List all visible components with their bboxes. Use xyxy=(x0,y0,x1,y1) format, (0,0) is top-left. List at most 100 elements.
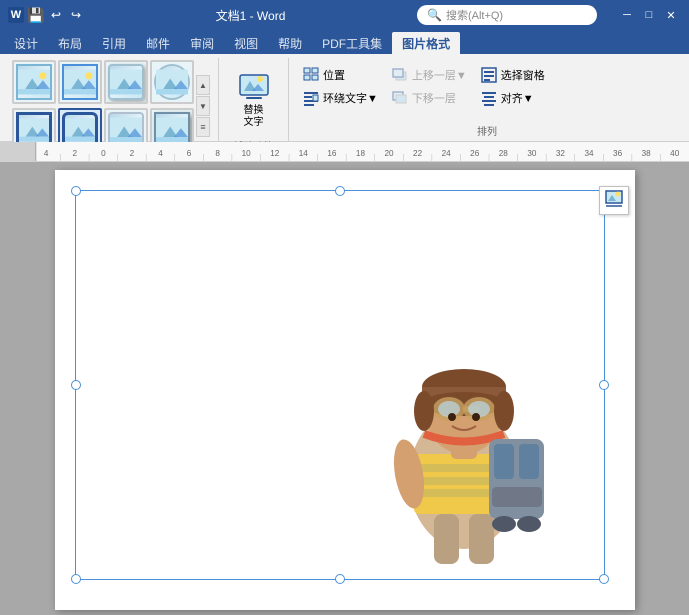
handle-top-center[interactable] xyxy=(335,186,345,196)
maximize-button[interactable]: □ xyxy=(639,5,659,25)
arrange-content: 位置 环绕文字▼ xyxy=(297,60,677,121)
title-text: 文档1 - Word xyxy=(84,7,417,24)
tab-pictureformat[interactable]: 图片格式 xyxy=(392,32,460,54)
send-back-icon xyxy=(392,90,408,106)
tab-layout[interactable]: 设计 xyxy=(4,32,48,54)
document-area xyxy=(0,162,689,615)
svg-text:10: 10 xyxy=(242,149,252,158)
svg-text:32: 32 xyxy=(556,149,566,158)
svg-text:40: 40 xyxy=(670,149,680,158)
bring-forward-icon xyxy=(392,67,408,83)
svg-text:4: 4 xyxy=(44,149,49,158)
quick-access-undo[interactable]: ↩ xyxy=(48,7,64,23)
svg-text:2: 2 xyxy=(130,149,135,158)
svg-text:0: 0 xyxy=(101,149,106,158)
svg-text:16: 16 xyxy=(327,149,337,158)
arrange-col-3: 选择窗格 对齐▼ xyxy=(475,60,551,109)
pic-style-scroll: ▲ ▼ ≡ xyxy=(196,75,210,137)
svg-text:36: 36 xyxy=(613,149,623,158)
pic-scroll-down[interactable]: ▼ xyxy=(196,96,210,116)
wrap-text-label: 环绕文字▼ xyxy=(323,90,378,106)
align-label: 对齐▼ xyxy=(501,90,534,106)
pic-style-4[interactable] xyxy=(150,60,194,104)
search-icon: 🔍 xyxy=(427,8,442,22)
select-pane-label: 选择窗格 xyxy=(501,67,545,83)
arrange-label: 排列 xyxy=(297,121,677,141)
pic-scroll-up[interactable]: ▲ xyxy=(196,75,210,95)
wrap-text-button[interactable]: 环绕文字▼ xyxy=(297,87,384,109)
handle-top-left[interactable] xyxy=(71,186,81,196)
svg-text:14: 14 xyxy=(299,149,309,158)
alt-text-button[interactable]: 替换文字 xyxy=(229,64,279,136)
svg-text:26: 26 xyxy=(470,149,480,158)
tab-layout2[interactable]: 布局 xyxy=(48,32,92,54)
window-controls: ─ □ ✕ xyxy=(617,5,681,25)
tab-help[interactable]: 帮助 xyxy=(268,32,312,54)
svg-text:28: 28 xyxy=(499,149,509,158)
select-pane-icon xyxy=(481,67,497,83)
svg-text:34: 34 xyxy=(584,149,594,158)
close-button[interactable]: ✕ xyxy=(661,5,681,25)
pic-style-1[interactable] xyxy=(12,60,56,104)
svg-text:8: 8 xyxy=(215,149,220,158)
ribbon-tabs: 设计 布局 引用 邮件 审阅 视图 帮助 PDF工具集 图片格式 xyxy=(0,30,689,54)
align-icon xyxy=(481,90,497,106)
floating-toolbar[interactable] xyxy=(599,186,629,215)
search-bar[interactable]: 🔍 搜索(Alt+Q) xyxy=(417,5,597,25)
quick-access-save[interactable]: 💾 xyxy=(28,7,44,23)
quick-access-redo[interactable]: ↪ xyxy=(68,7,84,23)
handle-middle-left[interactable] xyxy=(71,380,81,390)
ribbon: ▲ ▼ ≡ 图片边框▼ xyxy=(0,54,689,142)
handle-bottom-center[interactable] xyxy=(335,574,345,584)
search-placeholder: 搜索(Alt+Q) xyxy=(446,7,503,23)
ribbon-group-arrange: 位置 环绕文字▼ xyxy=(289,58,685,141)
send-back-label: 下移一层 xyxy=(412,90,456,106)
svg-text:12: 12 xyxy=(270,149,280,158)
position-button[interactable]: 位置 xyxy=(297,64,384,86)
tab-mailings[interactable]: 邮件 xyxy=(136,32,180,54)
ruler: 4 2 0 2 4 6 8 10 12 14 16 18 20 22 24 26… xyxy=(0,142,689,162)
handle-bottom-right[interactable] xyxy=(599,574,609,584)
ruler-left-margin xyxy=(0,142,36,161)
bring-forward-button[interactable]: 上移一层▼ xyxy=(386,64,473,86)
svg-text:18: 18 xyxy=(356,149,366,158)
word-icon[interactable]: W xyxy=(8,7,24,23)
alt-text-icon xyxy=(238,71,270,103)
handle-middle-right[interactable] xyxy=(599,380,609,390)
title-bar-icons: W 💾 ↩ ↪ xyxy=(8,7,84,23)
svg-text:4: 4 xyxy=(158,149,163,158)
svg-text:24: 24 xyxy=(442,149,452,158)
svg-text:30: 30 xyxy=(527,149,537,158)
svg-text:38: 38 xyxy=(642,149,652,158)
picture-styles-content: ▲ ▼ ≡ xyxy=(12,60,210,152)
pic-scroll-more[interactable]: ≡ xyxy=(196,117,210,137)
image-selection[interactable] xyxy=(75,190,605,580)
svg-text:2: 2 xyxy=(72,149,77,158)
pic-style-2[interactable] xyxy=(58,60,102,104)
svg-text:22: 22 xyxy=(413,149,423,158)
pic-style-row1 xyxy=(12,60,194,152)
wrap-text-icon xyxy=(303,90,319,106)
doc-title: 文档1 - Word xyxy=(216,9,286,23)
minimize-button[interactable]: ─ xyxy=(617,5,637,25)
align-button[interactable]: 对齐▼ xyxy=(475,87,551,109)
ribbon-group-picture-styles: ▲ ▼ ≡ 图片边框▼ xyxy=(4,58,219,141)
svg-text:20: 20 xyxy=(384,149,394,158)
layout-options-icon xyxy=(604,189,624,209)
handle-bottom-left[interactable] xyxy=(71,574,81,584)
tab-references[interactable]: 引用 xyxy=(92,32,136,54)
pic-style-3[interactable] xyxy=(104,60,148,104)
tab-view[interactable]: 视图 xyxy=(224,32,268,54)
arrange-col-1: 位置 环绕文字▼ xyxy=(297,60,384,109)
child-image xyxy=(344,279,584,569)
tab-review[interactable]: 审阅 xyxy=(180,32,224,54)
tab-pdf[interactable]: PDF工具集 xyxy=(312,32,392,54)
position-label: 位置 xyxy=(323,67,345,83)
position-icon xyxy=(303,67,319,83)
arrange-col-2: 上移一层▼ 下移一层 xyxy=(386,60,473,109)
send-back-button[interactable]: 下移一层 xyxy=(386,87,473,109)
select-pane-button[interactable]: 选择窗格 xyxy=(475,64,551,86)
accessibility-content: 替换文字 xyxy=(229,60,279,136)
ribbon-group-accessibility: 替换文字 辅助功能 xyxy=(219,58,289,141)
svg-text:6: 6 xyxy=(187,149,192,158)
